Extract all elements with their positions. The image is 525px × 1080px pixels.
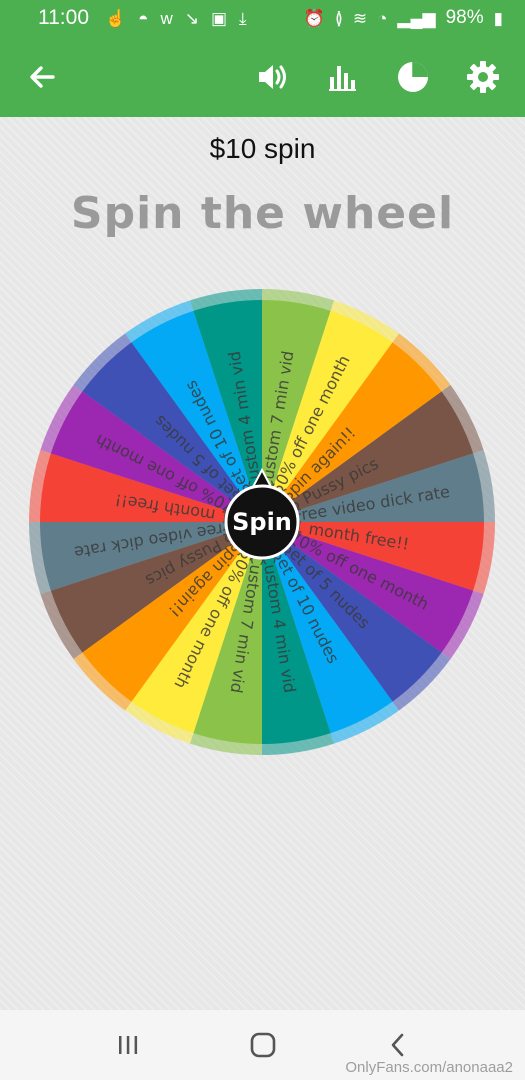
back-arrow-button[interactable] (22, 57, 62, 97)
settings-icon (467, 60, 499, 93)
recent-apps-button[interactable] (103, 1020, 153, 1070)
watermark: OnlyFans.com/anonaaa2 (345, 1059, 513, 1076)
status-time: 11:00 (38, 6, 89, 29)
prize-wheel[interactable]: Custom 7 min vid50% off one monthSpin ag… (0, 117, 525, 777)
spin-button-label[interactable]: Spin (232, 508, 292, 536)
volte-icon: ◔ (377, 8, 388, 28)
snapchat-icon: ◓ (138, 8, 149, 28)
status-right: ⏰ ≬ ≋ ◔ ▂▄▆ 98% ▮ (304, 7, 503, 29)
image-icon: ▣ (210, 8, 228, 28)
volume-button[interactable] (255, 59, 291, 95)
statistics-button[interactable] (325, 59, 361, 95)
download-icon: ⤓ (239, 8, 247, 28)
wifi-icon: ≋ (352, 8, 368, 28)
alarm-icon: ⏰ (303, 8, 325, 28)
status-bar: 11:00 ☝ ◓ w ↘ ▣ ⤓ ⏰ ≬ ≋ ◔ ▂▄▆ 98% ▮ (0, 0, 525, 36)
back-icon (391, 1033, 403, 1057)
touch-icon: ☝ (105, 8, 127, 28)
volume-icon (259, 64, 286, 89)
settings-button[interactable] (465, 59, 501, 95)
home-button[interactable] (238, 1020, 288, 1070)
app-bar (0, 36, 525, 117)
back-arrow-icon (30, 65, 55, 88)
recent-apps-icon (118, 1036, 137, 1054)
status-left: 11:00 ☝ ◓ w ↘ ▣ ⤓ (38, 6, 247, 30)
battery-icon: ▮ (493, 8, 503, 28)
missed-call-icon: ↘ (184, 8, 199, 28)
home-icon (250, 1032, 275, 1058)
vibrate-icon: ≬ (334, 8, 343, 28)
battery-percent: 98% (445, 7, 484, 28)
bar-chart-icon (329, 65, 356, 91)
chart-button[interactable] (395, 59, 431, 95)
pie-chart-icon (398, 61, 428, 92)
signal-icon: ▂▄▆ (397, 8, 436, 28)
w-icon: w (160, 8, 173, 28)
